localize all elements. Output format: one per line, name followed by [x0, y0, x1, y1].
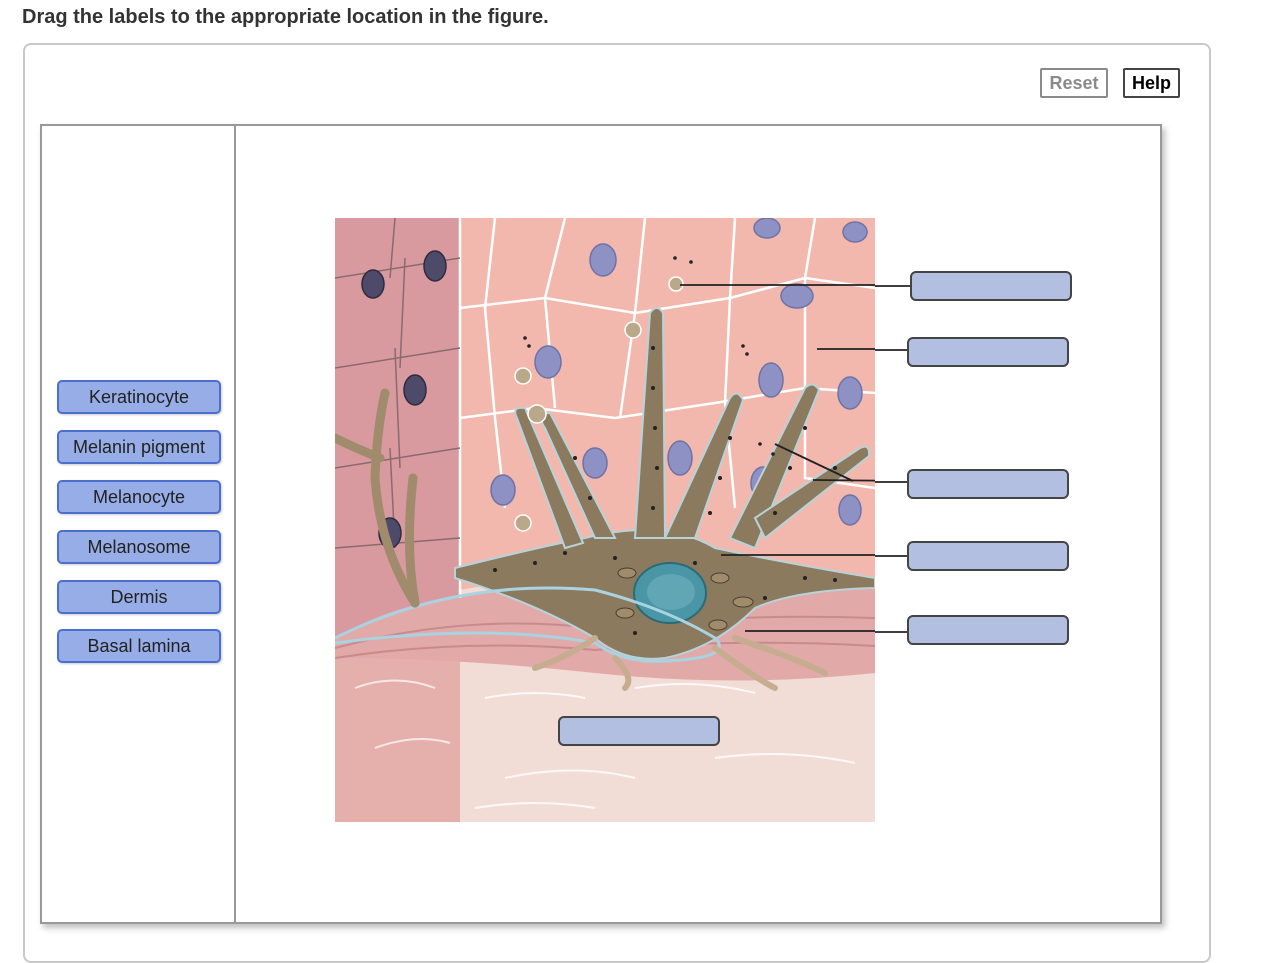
instruction-text: Drag the labels to the appropriate locat… [22, 6, 549, 28]
label-bank-divider [234, 125, 236, 923]
help-button[interactable]: Help [1123, 68, 1180, 98]
drop-target-2[interactable] [907, 337, 1069, 367]
label-keratinocyte[interactable]: Keratinocyte [57, 380, 221, 414]
drop-target-1[interactable] [910, 271, 1072, 301]
reset-button[interactable]: Reset [1040, 68, 1108, 98]
drop-target-4[interactable] [907, 541, 1069, 571]
label-dermis[interactable]: Dermis [57, 580, 221, 614]
label-basal-lamina[interactable]: Basal lamina [57, 629, 221, 663]
drop-target-3[interactable] [907, 469, 1069, 499]
label-melanocyte[interactable]: Melanocyte [57, 480, 221, 514]
drop-target-6[interactable] [558, 716, 720, 746]
drop-target-5[interactable] [907, 615, 1069, 645]
label-melanosome[interactable]: Melanosome [57, 530, 221, 564]
leader-lines [875, 285, 911, 633]
label-melanin-pigment[interactable]: Melanin pigment [57, 430, 221, 464]
